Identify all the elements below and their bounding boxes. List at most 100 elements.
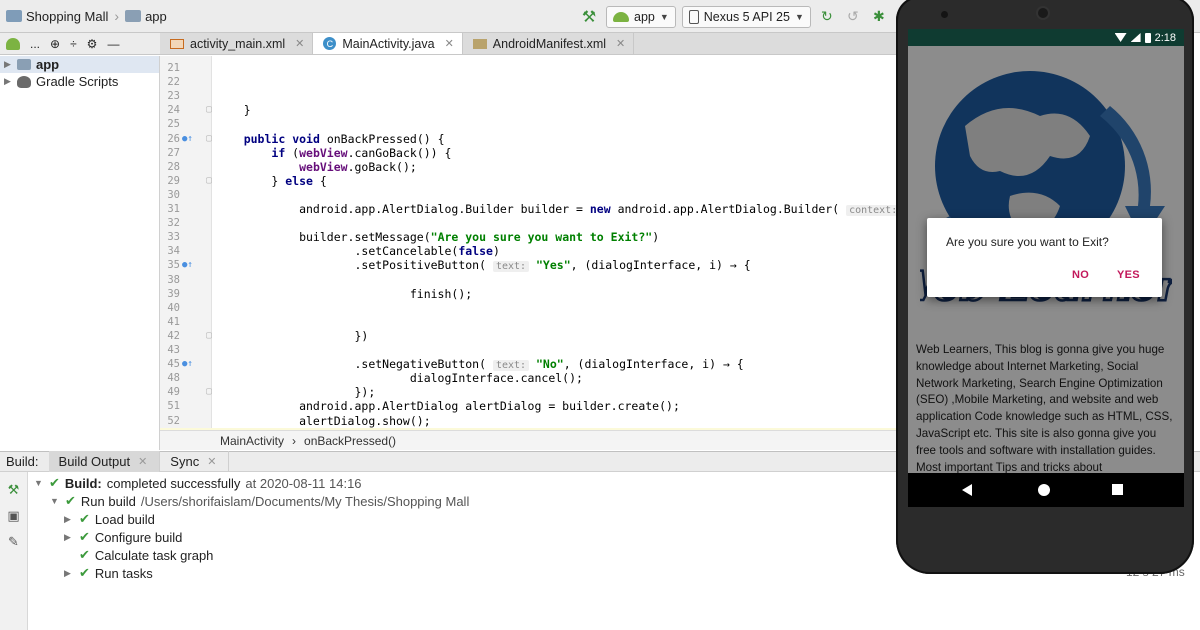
build-side-toolbar: ⚒ ▣ ✎ [0,472,28,630]
code-line[interactable]: 51 android.app.AlertDialog alertDialog =… [160,399,900,413]
device-select[interactable]: Nexus 5 API 25 ▼ [681,5,811,28]
chevron-down-icon: ▼ [794,11,804,22]
rerun-icon[interactable]: ↻ [817,7,837,27]
collapse-triangle-icon[interactable]: ▼ [34,478,44,488]
run-build-row[interactable]: ▼ ✔ Run build /Users/shorifaislam/Docume… [50,492,469,510]
toggle-view-icon[interactable]: ▣ [0,508,27,524]
override-marker-icon[interactable]: ●↑ [182,132,193,146]
tab-android-manifest[interactable]: AndroidManifest.xml ✕ [463,33,635,54]
code-line[interactable]: 24 ▢ } [160,103,900,117]
code-line[interactable]: 52 alertDialog.show(); [160,414,900,428]
expand-triangle-icon[interactable]: ▶ [64,568,74,579]
project-view-select[interactable]: ... [30,37,40,51]
code-line[interactable]: 39 finish(); [160,287,900,301]
tab-activity-main-xml[interactable]: activity_main.xml ✕ [160,33,314,54]
project-tree: ▶ app ▶ Gradle Scripts [0,56,160,450]
close-icon[interactable]: ✕ [616,37,625,50]
fold-toggle-icon[interactable]: ▢ [206,132,212,146]
expand-triangle-icon[interactable]: ▶ [64,532,74,543]
code-line[interactable]: 33 builder.setMessage("Are you sure you … [160,230,900,244]
fold-toggle-icon[interactable]: ▢ [206,103,212,117]
editor-tabs: activity_main.xml ✕ C MainActivity.java … [160,33,900,55]
code-line[interactable]: 23 [160,89,900,103]
tree-item-gradle-scripts[interactable]: ▶ Gradle Scripts [0,73,159,90]
override-marker-icon[interactable]: ●↑ [182,258,193,272]
locate-target-icon[interactable]: ⊕ [50,37,60,51]
code-text: } [216,103,251,118]
line-number: 40 [167,301,180,314]
hammer-icon[interactable]: ⚒ [0,482,27,498]
android-status-bar: 2:18 [908,29,1184,46]
tab-build-output[interactable]: Build Output ✕ [48,451,161,472]
code-text: android.app.AlertDialog alertDialog = bu… [216,399,680,414]
fold-toggle-icon[interactable]: ▢ [206,329,212,343]
code-line[interactable]: 30 [160,188,900,202]
code-line[interactable]: 26 ●↑ ▢ public void onBackPressed() { [160,132,900,146]
build-step-load-build[interactable]: ▶ ✔ Load build [64,510,155,528]
code-line[interactable]: 34 .setCancelable(false) [160,244,900,258]
line-number: 31 [167,203,180,215]
code-line[interactable]: 29 ▢ } else { [160,174,900,188]
back-icon[interactable] [962,484,972,496]
code-line[interactable]: 42 ▢ }) [160,329,900,343]
build-status-row[interactable]: ▼ ✔ Build: completed successfully at 202… [34,474,362,492]
expand-triangle-icon[interactable]: ▶ [64,514,74,525]
breadcrumb-module[interactable]: app [145,9,167,24]
code-line[interactable]: 25 [160,117,900,131]
dialog-no-button[interactable]: NO [1072,269,1089,281]
tree-item-label: app [36,57,60,72]
recent-apps-icon[interactable] [1112,484,1123,495]
code-line[interactable]: 35 ●↑ .setPositiveButton( text: "Yes", (d… [160,258,900,273]
emulator-screen[interactable]: 2:18 Web Learners Web Learners, This blo… [908,29,1184,507]
code-line[interactable]: 27 if (webView.canGoBack()) { [160,146,900,160]
code-line[interactable]: 43 [160,343,900,357]
code-line[interactable]: 22 [160,75,900,89]
close-icon[interactable]: ✕ [207,455,216,468]
close-icon[interactable]: ✕ [295,37,304,50]
hide-panel-icon[interactable]: — [107,37,119,51]
tree-item-app[interactable]: ▶ app [0,56,159,73]
code-line[interactable]: 49 ▢ }); [160,385,900,399]
code-line[interactable]: 40 [160,301,900,315]
apply-changes-icon[interactable]: ↺ [843,7,863,27]
line-number: 27 [167,146,180,159]
fold-toggle-icon[interactable]: ▢ [206,174,212,188]
code-line[interactable]: 21 [160,61,900,75]
breadcrumb-project[interactable]: Shopping Mall [26,9,108,24]
run-config-select[interactable]: app ▼ [606,5,676,28]
gear-icon[interactable]: ⚙ [87,37,98,51]
debug-bug-icon[interactable]: ✱ [869,7,889,27]
breadcrumb-method[interactable]: onBackPressed() [304,434,396,448]
make-project-hammer-icon[interactable]: ⚒ [578,6,600,28]
expand-triangle-icon[interactable]: ▶ [4,59,12,70]
build-step-configure-build[interactable]: ▶ ✔ Configure build [64,528,182,546]
fold-toggle-icon[interactable]: ▢ [206,385,212,399]
code-line[interactable]: 32 [160,216,900,230]
breadcrumb-class[interactable]: MainActivity [220,434,284,448]
build-step-calculate-task-graph[interactable]: ✔ Calculate task graph [64,546,213,564]
collapse-all-icon[interactable]: ÷ [70,37,77,51]
success-check-icon: ✔ [65,493,76,508]
expand-triangle-icon[interactable]: ▶ [4,76,12,87]
tab-mainactivity-java[interactable]: C MainActivity.java ✕ [313,33,463,54]
code-editor[interactable]: 21 22 23 24 ▢ } 25 26 ●↑ ▢ public void onBackPre… [160,56,900,430]
line-number: 35 [167,259,180,272]
code-line[interactable]: 38 [160,273,900,287]
build-step-run-tasks[interactable]: ▶ ✔ Run tasks [64,564,153,582]
collapse-triangle-icon[interactable]: ▼ [50,496,60,506]
code-line[interactable]: 28 webView.goBack(); [160,160,900,174]
line-number: 43 [167,344,180,356]
build-step-label: Load build [94,511,155,527]
code-line[interactable]: 41 [160,315,900,329]
dialog-yes-button[interactable]: YES [1117,269,1140,281]
close-icon[interactable]: ✕ [445,37,454,50]
code-line[interactable]: 31 android.app.AlertDialog.Builder build… [160,202,900,216]
override-marker-icon[interactable]: ●↑ [182,357,193,371]
close-icon[interactable]: ✕ [138,455,147,468]
code-line[interactable]: 48 dialogInterface.cancel(); [160,371,900,385]
pin-icon[interactable]: ✎ [0,534,27,550]
tab-sync[interactable]: Sync ✕ [160,451,230,472]
line-number: 34 [167,245,180,258]
code-line[interactable]: 45 ●↑ .setNegativeButton( text: "No", (di… [160,357,900,372]
home-icon[interactable] [1038,484,1050,496]
